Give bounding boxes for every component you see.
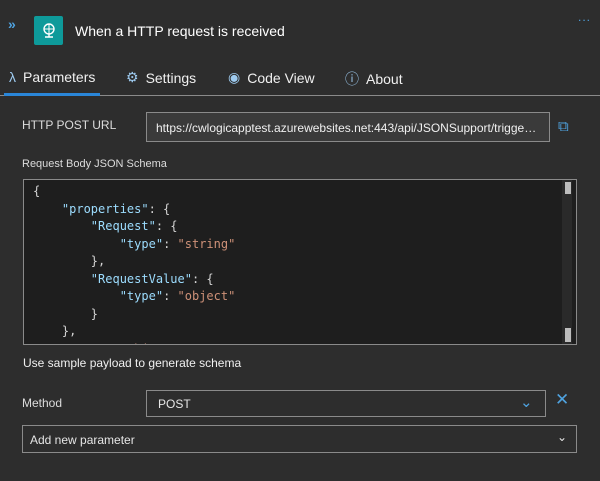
tab-label: Parameters [23, 69, 96, 85]
schema-label: Request Body JSON Schema [22, 158, 167, 170]
copy-icon[interactable]: ⧉ [558, 118, 569, 135]
parameters-icon: λ [9, 69, 16, 85]
scrollbar-thumb[interactable] [565, 182, 571, 194]
close-icon[interactable]: ✕ [555, 390, 569, 410]
tab-label: About [366, 71, 403, 87]
expand-icon[interactable]: » [8, 16, 16, 32]
code-line: }, [33, 254, 106, 268]
info-icon: ⓘ [345, 71, 359, 87]
code-line: "type": "object" [33, 341, 235, 345]
method-select[interactable]: POST [146, 390, 546, 417]
code-line: "type": "object" [119, 289, 236, 303]
tab-settings[interactable]: ⚙ Settings [126, 69, 196, 86]
eye-icon: ◉ [228, 69, 241, 85]
editor-scrollbar[interactable] [562, 180, 572, 344]
code-line: "Request": { [90, 219, 178, 233]
code-line: "type": "string" [119, 236, 236, 251]
code-line: { [33, 184, 41, 198]
scrollbar-thumb[interactable] [565, 328, 571, 342]
code-line: } [33, 306, 99, 321]
chevron-down-icon[interactable]: ⌄ [557, 430, 567, 444]
globe-request-icon [34, 16, 63, 45]
code-line: }, [33, 324, 77, 338]
tab-label: Settings [145, 69, 197, 86]
chevron-down-icon[interactable]: ⌄ [520, 393, 533, 411]
gear-icon: ⚙ [126, 69, 139, 85]
active-tab-indicator [4, 93, 100, 96]
more-options-icon[interactable]: ... [578, 10, 591, 24]
sample-payload-link[interactable]: Use sample payload to generate schema [23, 356, 241, 370]
method-label: Method [22, 396, 63, 410]
http-post-url-field[interactable]: https://cwlogicapptest.azurewebsites.net… [146, 112, 550, 142]
json-schema-editor[interactable]: { "properties": { "Request": { "type": "… [23, 179, 577, 345]
tab-about[interactable]: ⓘ About [345, 69, 403, 89]
add-parameter-select[interactable]: Add new parameter [22, 425, 577, 453]
tab-label: Code View [247, 69, 315, 86]
code-line: "properties": { [61, 201, 171, 216]
tab-bar: λ Parameters ⚙ Settings ◉ Code View ⓘ About [0, 64, 600, 96]
code-line: "RequestValue": { [90, 271, 214, 286]
code-content: { "properties": { "Request": { "type": "… [33, 183, 236, 345]
url-label: HTTP POST URL [22, 118, 117, 132]
tab-code-view[interactable]: ◉ Code View [228, 69, 315, 86]
tab-parameters[interactable]: λ Parameters [9, 69, 95, 85]
trigger-title: When a HTTP request is received [75, 23, 285, 39]
